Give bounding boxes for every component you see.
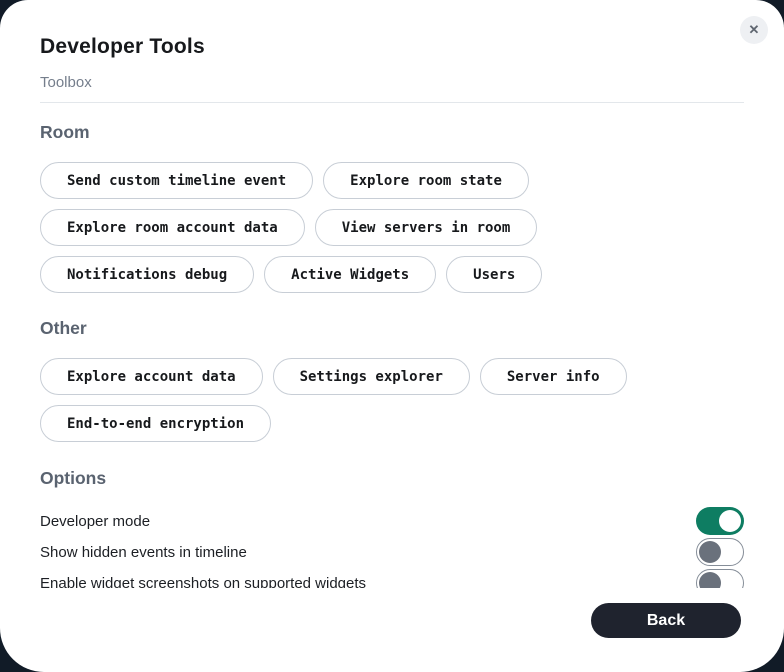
other-buttons: Explore account data Settings explorer S… — [40, 358, 744, 442]
developer-tools-dialog: ✕ Developer Tools Toolbox Room Send cust… — [0, 0, 784, 672]
explore-room-state-button[interactable]: Explore room state — [323, 162, 529, 199]
widget-screenshots-toggle[interactable] — [696, 569, 744, 588]
developer-mode-toggle[interactable] — [696, 507, 744, 535]
toggle-knob — [719, 510, 741, 532]
view-servers-in-room-button[interactable]: View servers in room — [315, 209, 538, 246]
users-button[interactable]: Users — [446, 256, 542, 293]
end-to-end-encryption-button[interactable]: End-to-end encryption — [40, 405, 271, 442]
notifications-debug-button[interactable]: Notifications debug — [40, 256, 254, 293]
section-heading-room: Room — [40, 122, 744, 143]
option-row-developer-mode: Developer mode — [40, 507, 744, 535]
option-label: Developer mode — [40, 513, 150, 530]
server-info-button[interactable]: Server info — [480, 358, 627, 395]
option-row-show-hidden-events: Show hidden events in timeline — [40, 538, 744, 566]
option-row-widget-screenshots: Enable widget screenshots on supported w… — [40, 569, 744, 588]
section-heading-other: Other — [40, 318, 744, 339]
toggle-knob — [699, 572, 721, 588]
show-hidden-events-toggle[interactable] — [696, 538, 744, 566]
option-label: Enable widget screenshots on supported w… — [40, 575, 366, 589]
page-title: Developer Tools — [40, 0, 744, 60]
section-heading-options: Options — [40, 468, 744, 489]
options-list: Developer mode Show hidden events in tim… — [40, 507, 744, 588]
dialog-subtitle: Toolbox — [40, 74, 744, 103]
active-widgets-button[interactable]: Active Widgets — [264, 256, 436, 293]
option-label: Show hidden events in timeline — [40, 544, 247, 561]
settings-explorer-button[interactable]: Settings explorer — [273, 358, 470, 395]
explore-account-data-button[interactable]: Explore account data — [40, 358, 263, 395]
dialog-content: Developer Tools Toolbox Room Send custom… — [0, 0, 784, 588]
explore-room-account-data-button[interactable]: Explore room account data — [40, 209, 305, 246]
room-buttons: Send custom timeline event Explore room … — [40, 162, 744, 293]
toggle-knob — [699, 541, 721, 563]
send-custom-timeline-event-button[interactable]: Send custom timeline event — [40, 162, 313, 199]
close-icon[interactable]: ✕ — [740, 16, 768, 44]
back-button[interactable]: Back — [591, 603, 741, 638]
